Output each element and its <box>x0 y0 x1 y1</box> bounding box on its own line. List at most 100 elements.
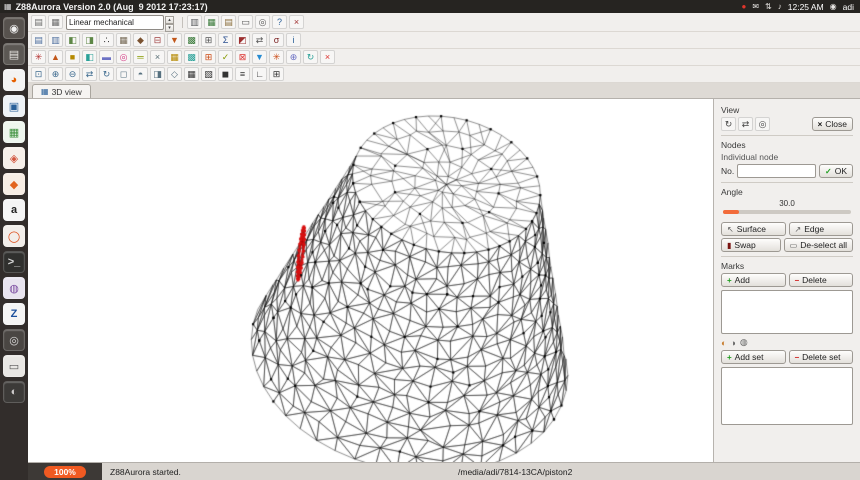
view-move-icon[interactable]: ⇄ <box>738 117 753 131</box>
shell-element-icon[interactable]: ◧ <box>82 50 97 64</box>
surface-select-button[interactable]: ↖ Surface <box>721 222 786 236</box>
material-db-icon[interactable]: ▤ <box>221 15 236 29</box>
check-mesh-icon[interactable]: ✓ <box>218 50 233 64</box>
elements-tool-icon[interactable]: ▦ <box>116 33 131 47</box>
swap-button[interactable]: ▮ Swap <box>721 238 781 252</box>
clock-indicator[interactable]: 12:25 AM <box>788 2 824 12</box>
rhythmbox-icon[interactable]: ◈ <box>3 147 25 169</box>
ok-button[interactable]: ✓ OK <box>819 164 853 178</box>
wireframe-icon[interactable]: ▦ <box>184 67 199 81</box>
view-zoom-icon[interactable]: ◎ <box>755 117 770 131</box>
refine-mesh-icon[interactable]: ⊞ <box>201 50 216 64</box>
delete-mark-button[interactable]: − Delete <box>788 273 853 287</box>
deselect-all-button[interactable]: ▭ De-select all <box>783 238 853 252</box>
node-number-input[interactable] <box>737 164 817 178</box>
simulation-mode-select[interactable]: Linear mechanical <box>66 14 164 30</box>
loads-tool-icon[interactable]: ▼ <box>167 33 182 47</box>
truss-element-icon[interactable]: × <box>150 50 165 64</box>
angle-slider[interactable] <box>723 210 851 214</box>
beam-element-icon[interactable]: ═ <box>133 50 148 64</box>
pan-icon[interactable]: ⇄ <box>82 67 97 81</box>
volume-indicator-icon[interactable]: ♪ <box>778 0 782 13</box>
add-set-button[interactable]: + Add set <box>721 350 786 364</box>
plate-element-icon[interactable]: ▬ <box>99 50 114 64</box>
window-app-icon[interactable]: ▦ <box>4 2 12 11</box>
mark-hidden-icon[interactable]: ◑ <box>730 338 735 348</box>
constraints-tool-icon[interactable]: ⊟ <box>150 33 165 47</box>
username-indicator[interactable]: adi <box>843 2 854 12</box>
mark-solo-icon[interactable]: ◍ <box>740 337 748 348</box>
mark-visible-icon[interactable]: ◐ <box>721 338 726 348</box>
mapped-mesh-icon[interactable]: ▦ <box>167 50 182 64</box>
help-icon[interactable]: ? <box>272 15 287 29</box>
add-mark-button[interactable]: + Add <box>721 273 786 287</box>
nodes-tool-icon[interactable]: ∴ <box>99 33 114 47</box>
info-tool-icon[interactable]: i <box>286 33 301 47</box>
side-view-icon[interactable]: ◨ <box>150 67 165 81</box>
mail-indicator-icon[interactable]: ✉ <box>752 0 759 13</box>
sets-list[interactable] <box>721 367 853 425</box>
mesh-canvas[interactable] <box>28 99 713 462</box>
dash-home-icon[interactable]: ◉ <box>3 17 25 39</box>
network-indicator-icon[interactable]: ⇅ <box>765 0 772 13</box>
backup-icon[interactable]: ◐ <box>3 381 25 403</box>
stress-icon[interactable]: σ <box>269 33 284 47</box>
libreoffice-writer-icon[interactable]: ▣ <box>3 95 25 117</box>
snapshot-icon[interactable]: ◎ <box>255 15 270 29</box>
mesh-tool-icon[interactable]: ▩ <box>184 33 199 47</box>
open-model-icon[interactable]: ▦ <box>48 15 63 29</box>
printer-icon[interactable]: ▭ <box>238 15 253 29</box>
tetrahedron-icon[interactable]: ▲ <box>48 50 63 64</box>
results-tool-icon[interactable]: ◩ <box>235 33 250 47</box>
terminal-icon[interactable]: >_ <box>3 251 25 273</box>
close-button[interactable]: × Close <box>811 117 853 131</box>
labels-icon[interactable]: ≡ <box>235 67 250 81</box>
open-project-icon[interactable]: ▤ <box>31 33 46 47</box>
rotation-load-icon[interactable]: ↻ <box>303 50 318 64</box>
free-mesh-icon[interactable]: ▩ <box>184 50 199 64</box>
torus-element-icon[interactable]: ◎ <box>116 50 131 64</box>
delete-structure-icon[interactable]: × <box>320 50 335 64</box>
delete-set-button[interactable]: − Delete set <box>788 350 853 364</box>
solver-tool-icon[interactable]: Σ <box>218 33 233 47</box>
rotate-view-icon[interactable]: ↻ <box>99 67 114 81</box>
zoom-in-icon[interactable]: ⊕ <box>48 67 63 81</box>
fullscreen-icon[interactable]: ⊞ <box>269 67 284 81</box>
view-rotate-icon[interactable]: ↻ <box>721 117 736 131</box>
axes-icon[interactable]: ∟ <box>252 67 267 81</box>
ubuntu-software-icon[interactable]: ◆ <box>3 173 25 195</box>
gravity-load-icon[interactable]: ⊕ <box>286 50 301 64</box>
temperature-load-icon[interactable]: ✳ <box>269 50 284 64</box>
session-indicator-icon[interactable]: ◉ <box>830 0 837 13</box>
files-icon[interactable]: ▤ <box>3 43 25 65</box>
boundary-icon[interactable]: ⊠ <box>235 50 250 64</box>
z88aurora-icon[interactable]: Z <box>3 303 25 325</box>
zoom-out-icon[interactable]: ⊖ <box>65 67 80 81</box>
shaded-view-icon[interactable]: ◼ <box>218 67 233 81</box>
solver-settings-icon[interactable]: ▥ <box>187 15 202 29</box>
printer-tool-icon[interactable]: ▭ <box>3 355 25 377</box>
quit-icon[interactable]: × <box>289 15 304 29</box>
top-view-icon[interactable]: ◓ <box>133 67 148 81</box>
spider-structure-icon[interactable]: ✳ <box>31 50 46 64</box>
zoom-fit-icon[interactable]: ⊡ <box>31 67 46 81</box>
iso-view-icon[interactable]: ◇ <box>167 67 182 81</box>
mesh-generator-icon[interactable]: ▦ <box>204 15 219 29</box>
displacement-icon[interactable]: ⇄ <box>252 33 267 47</box>
export-geometry-icon[interactable]: ◨ <box>82 33 97 47</box>
ubuntu-one-icon[interactable]: ◯ <box>3 225 25 247</box>
hexahedron-icon[interactable]: ■ <box>65 50 80 64</box>
spin-down-icon[interactable]: ▾ <box>165 23 174 32</box>
pressure-load-icon[interactable]: ▼ <box>252 50 267 64</box>
edge-select-button[interactable]: ↗ Edge <box>788 222 853 236</box>
material-tool-icon[interactable]: ◆ <box>133 33 148 47</box>
superelement-icon[interactable]: ⊞ <box>201 33 216 47</box>
import-geometry-icon[interactable]: ◧ <box>65 33 80 47</box>
record-indicator-icon[interactable]: ● <box>742 0 747 13</box>
firefox-icon[interactable]: ◕ <box>3 69 25 91</box>
libreoffice-calc-icon[interactable]: ▦ <box>3 121 25 143</box>
marks-list[interactable] <box>721 290 853 334</box>
system-settings-icon[interactable]: ◎ <box>3 329 25 351</box>
tab-3d-view[interactable]: ▦ 3D view <box>32 84 91 98</box>
software-center-icon[interactable]: ◍ <box>3 277 25 299</box>
